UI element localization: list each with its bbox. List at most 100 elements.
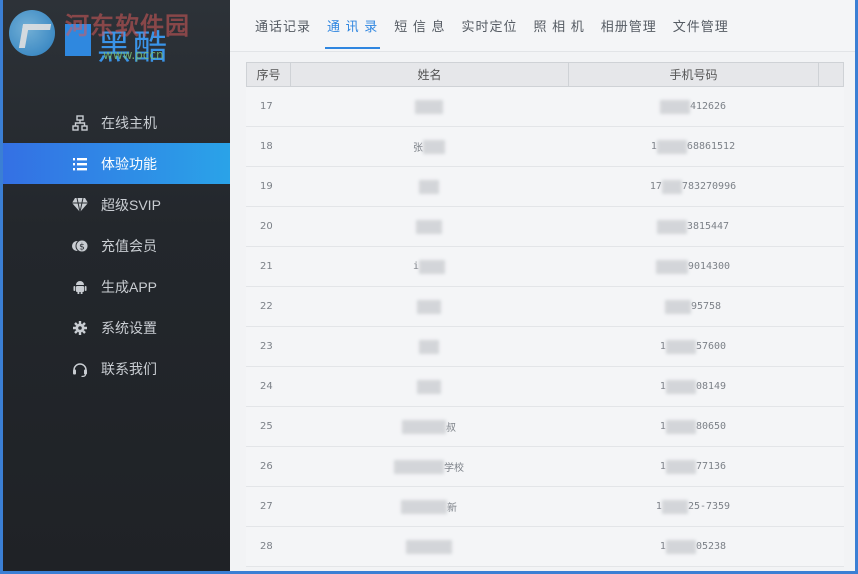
redacted-phone — [659, 99, 690, 114]
name-visible-suffix: 叔 — [446, 423, 456, 434]
logo: 黑酷 河东软件园 www.pccn — [7, 4, 227, 68]
row-name: 新 — [290, 487, 568, 526]
phone-visible-suffix: 08149 — [695, 381, 727, 392]
table-body: 17 412626 18 张 1 68861512 19 17 783270996 20 38154… — [246, 87, 844, 567]
tab-realtime-location[interactable]: 实时定位 — [461, 10, 517, 41]
table-row[interactable]: 21 i 9014300 — [246, 247, 844, 287]
row-name — [290, 87, 568, 126]
tab-contacts[interactable]: 通 讯 录 — [325, 10, 381, 49]
svg-text:$: $ — [79, 243, 85, 253]
phone-visible-suffix: 3815447 — [686, 221, 730, 232]
redacted-phone — [655, 259, 688, 274]
phone-visible-suffix: 68861512 — [686, 141, 736, 152]
redacted-phone — [665, 379, 696, 394]
row-phone: 1 57600 — [568, 327, 818, 366]
list-icon — [71, 155, 89, 173]
row-index: 22 — [260, 301, 273, 312]
table-row[interactable]: 25 叔 1 80650 — [246, 407, 844, 447]
tab-bar: 通话记录 通 讯 录 短 信 息 实时定位 照 相 机 相册管理 文件管理 — [230, 0, 855, 52]
sidebar-nav: 在线主机 体验功能 超级SVIP $ 充值会员 生成APP 系统设置 联系我们 — [3, 102, 230, 389]
row-index: 20 — [260, 221, 273, 232]
phone-visible-suffix: 80650 — [695, 421, 727, 432]
header-phone[interactable]: 手机号码 — [569, 63, 819, 86]
row-index: 26 — [260, 461, 273, 472]
phone-visible-suffix: 95758 — [690, 301, 722, 312]
row-name: 学校 — [290, 447, 568, 486]
header-name[interactable]: 姓名 — [291, 63, 569, 86]
tab-call-log[interactable]: 通话记录 — [255, 10, 311, 41]
redacted-phone — [664, 299, 691, 314]
table-row[interactable]: 23 1 57600 — [246, 327, 844, 367]
row-phone: 1 05238 — [568, 527, 818, 566]
row-index: 25 — [260, 421, 273, 432]
sidebar-item-settings[interactable]: 系统设置 — [3, 307, 230, 348]
header-index[interactable]: 序号 — [247, 63, 291, 86]
table-row[interactable]: 20 3815447 — [246, 207, 844, 247]
tab-file-manager[interactable]: 文件管理 — [673, 10, 729, 41]
redacted-name — [406, 539, 452, 554]
phone-visible-suffix: 57600 — [695, 341, 727, 352]
row-name: 张 — [290, 127, 568, 166]
row-index: 24 — [260, 381, 273, 392]
row-index: 17 — [260, 101, 273, 112]
redacted-phone — [661, 499, 688, 514]
redacted-name — [394, 459, 444, 474]
sidebar-item-contact-us[interactable]: 联系我们 — [3, 348, 230, 389]
row-name — [290, 207, 568, 246]
table-row[interactable]: 28 1 05238 — [246, 527, 844, 567]
sidebar-item-recharge[interactable]: $ 充值会员 — [3, 225, 230, 266]
row-phone: 17 783270996 — [568, 167, 818, 206]
sidebar-item-label: 体验功能 — [101, 155, 157, 172]
sidebar-item-label: 生成APP — [101, 278, 158, 295]
phone-visible-suffix: 05238 — [695, 541, 727, 552]
redacted-phone — [656, 139, 687, 154]
table-row[interactable]: 22 95758 — [246, 287, 844, 327]
row-name — [290, 527, 568, 566]
tab-camera[interactable]: 照 相 机 — [534, 10, 585, 41]
sidebar-item-label: 充值会员 — [101, 237, 157, 254]
tab-sms[interactable]: 短 信 息 — [394, 10, 445, 41]
sidebar-item-svip[interactable]: 超级SVIP — [3, 184, 230, 225]
redacted-name — [419, 179, 439, 194]
contacts-table: 序号 姓名 手机号码 17 412626 18 张 1 68861512 19 17 78327… — [246, 62, 844, 571]
sidebar-item-trial-features[interactable]: 体验功能 — [3, 143, 230, 184]
table-row[interactable]: 17 412626 — [246, 87, 844, 127]
redacted-phone — [656, 219, 687, 234]
row-index: 28 — [260, 541, 273, 552]
table-row[interactable]: 19 17 783270996 — [246, 167, 844, 207]
sidebar-item-label: 在线主机 — [101, 114, 157, 131]
sidebar-item-online-hosts[interactable]: 在线主机 — [3, 102, 230, 143]
row-phone: 412626 — [568, 87, 818, 126]
tab-album[interactable]: 相册管理 — [601, 10, 657, 41]
table-row[interactable]: 26 学校 1 77136 — [246, 447, 844, 487]
phone-visible-suffix: 77136 — [695, 461, 727, 472]
phone-visible-prefix: 17 — [649, 181, 662, 192]
phone-visible-suffix: 783270996 — [681, 181, 737, 192]
row-phone: 95758 — [568, 287, 818, 326]
redacted-name — [417, 299, 441, 314]
row-phone: 1 77136 — [568, 447, 818, 486]
row-index: 23 — [260, 341, 273, 352]
row-phone: 3815447 — [568, 207, 818, 246]
android-icon — [71, 278, 89, 296]
watermark-text: 河东软件园 — [65, 11, 190, 40]
table-row[interactable]: 27 新 1 25-7359 — [246, 487, 844, 527]
watermark-logo-icon — [9, 10, 55, 56]
sidebar-item-label: 系统设置 — [101, 319, 157, 336]
table-row[interactable]: 24 1 08149 — [246, 367, 844, 407]
redacted-name — [417, 379, 441, 394]
redacted-name — [423, 139, 445, 154]
redacted-name — [401, 499, 447, 514]
name-visible-suffix: 新 — [447, 503, 457, 514]
row-index: 21 — [260, 261, 273, 272]
table-row[interactable]: 18 张 1 68861512 — [246, 127, 844, 167]
row-phone: 9014300 — [568, 247, 818, 286]
row-name — [290, 327, 568, 366]
sidebar-item-generate-app[interactable]: 生成APP — [3, 266, 230, 307]
row-phone: 1 08149 — [568, 367, 818, 406]
redacted-phone — [665, 459, 696, 474]
diamond-icon — [71, 196, 89, 214]
phone-visible-suffix: 25-7359 — [687, 501, 731, 512]
row-phone: 1 25-7359 — [568, 487, 818, 526]
redacted-name — [419, 339, 439, 354]
